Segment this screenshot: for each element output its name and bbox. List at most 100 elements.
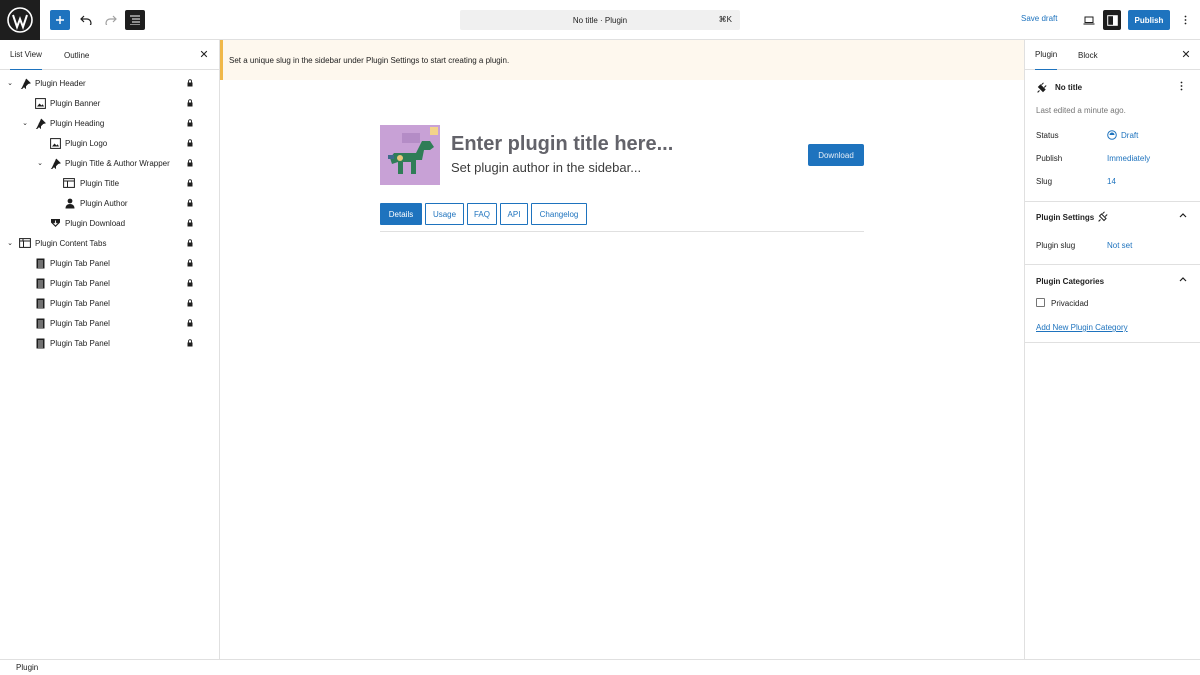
breadcrumb[interactable]: Plugin	[16, 663, 38, 672]
image-icon	[34, 97, 46, 109]
plugin-header-block[interactable]: Enter plugin title here... Set plugin au…	[380, 125, 864, 185]
chevron-up-icon[interactable]	[1179, 275, 1187, 284]
tree-item-label: Plugin Title & Author Wrapper	[65, 158, 170, 168]
tree-item-label: Plugin Tab Panel	[50, 258, 110, 268]
add-block-button[interactable]	[50, 10, 70, 30]
category-checkbox[interactable]	[1036, 298, 1045, 307]
tree-item-plugin-tab-panel[interactable]: Plugin Tab Panel	[0, 273, 219, 293]
person-icon	[64, 197, 76, 209]
top-toolbar: No title · Plugin ⌘K Save draft Publish	[0, 0, 1200, 40]
category-label: Privacidad	[1051, 299, 1089, 308]
document-icon	[34, 257, 46, 269]
tree-item-plugin-tab-panel[interactable]: Plugin Tab Panel	[0, 293, 219, 313]
chevron-down-icon[interactable]: ⌄	[21, 119, 29, 127]
lock-icon	[186, 239, 193, 247]
lock-icon	[186, 319, 193, 327]
post-summary-panel: No title Last edited a minute ago. Statu…	[1025, 70, 1200, 202]
undo-button[interactable]	[76, 10, 96, 30]
more-options-icon[interactable]	[1180, 81, 1183, 93]
tree-item-label: Plugin Download	[65, 218, 126, 228]
publish-date-button[interactable]: Immediately	[1107, 154, 1150, 163]
list-view-panel: List View Outline ✕ ⌄ Plugin Header Plug…	[0, 40, 220, 659]
pin-icon	[34, 117, 46, 129]
tab-usage[interactable]: Usage	[425, 203, 464, 225]
document-icon	[34, 317, 46, 329]
chevron-down-icon[interactable]: ⌄	[36, 159, 44, 167]
command-palette-button[interactable]: No title · Plugin ⌘K	[460, 10, 740, 30]
tree-item-plugin-banner[interactable]: Plugin Banner	[0, 93, 219, 113]
tree-item-plugin-tab-panel[interactable]: Plugin Tab Panel	[0, 253, 219, 273]
slug-value-button[interactable]: 14	[1107, 177, 1116, 186]
wordpress-logo-icon[interactable]	[0, 0, 40, 40]
redo-button[interactable]	[101, 10, 121, 30]
tree-item-plugin-heading[interactable]: ⌄ Plugin Heading	[0, 113, 219, 133]
last-edited-text: Last edited a minute ago.	[1036, 106, 1126, 115]
plug-icon	[1098, 211, 1109, 224]
tree-item-plugin-logo[interactable]: Plugin Logo	[0, 133, 219, 153]
document-icon	[34, 337, 46, 349]
plugin-author-text[interactable]: Set plugin author in the sidebar...	[451, 160, 641, 175]
add-category-link[interactable]: Add New Plugin Category	[1036, 323, 1128, 332]
tree-item-plugin-content-tabs[interactable]: ⌄ Plugin Content Tabs	[0, 233, 219, 253]
download-button[interactable]: Download	[808, 144, 864, 166]
tab-faq[interactable]: FAQ	[467, 203, 497, 225]
tree-item-label: Plugin Author	[80, 198, 128, 208]
lock-icon	[186, 79, 193, 87]
sidebar-tabs: Plugin Block ✕	[1025, 40, 1200, 70]
chevron-down-icon[interactable]: ⌄	[6, 79, 14, 87]
tab-plugin[interactable]: Plugin	[1035, 40, 1058, 70]
close-icon[interactable]: ✕	[198, 49, 210, 61]
lock-icon	[186, 199, 193, 207]
plugin-settings-heading[interactable]: Plugin Settings	[1036, 213, 1094, 222]
lock-icon	[186, 139, 193, 147]
slug-notice: Set a unique slug in the sidebar under P…	[220, 40, 1024, 80]
status-value-button[interactable]: Draft	[1121, 131, 1138, 140]
tree-item-plugin-title-author-wrapper[interactable]: ⌄ Plugin Title & Author Wrapper	[0, 153, 219, 173]
lock-icon	[186, 159, 193, 167]
publish-button[interactable]: Publish	[1128, 10, 1170, 30]
status-label: Status	[1036, 131, 1059, 140]
more-options-icon[interactable]	[1178, 10, 1192, 30]
tab-details[interactable]: Details	[380, 203, 422, 225]
preview-device-icon[interactable]	[1079, 10, 1099, 30]
chevron-down-icon[interactable]: ⌄	[6, 239, 14, 247]
tab-api[interactable]: API	[500, 203, 528, 225]
plugin-categories-heading[interactable]: Plugin Categories	[1036, 277, 1104, 286]
tree-item-label: Plugin Content Tabs	[35, 238, 107, 248]
plugin-logo-image[interactable]	[380, 125, 440, 185]
tree-item-plugin-header[interactable]: ⌄ Plugin Header	[0, 73, 219, 93]
tree-item-label: Plugin Title	[80, 178, 120, 188]
lock-icon	[186, 219, 193, 227]
tabs-icon	[19, 237, 31, 249]
settings-sidebar-toggle[interactable]	[1103, 10, 1121, 30]
tab-changelog[interactable]: Changelog	[531, 203, 587, 225]
lock-icon	[186, 179, 193, 187]
lock-icon	[186, 279, 193, 287]
tree-item-label: Plugin Logo	[65, 138, 108, 148]
tree-item-label: Plugin Tab Panel	[50, 338, 110, 348]
tree-item-plugin-tab-panel[interactable]: Plugin Tab Panel	[0, 313, 219, 333]
tree-item-plugin-author[interactable]: Plugin Author	[0, 193, 219, 213]
tree-item-plugin-download[interactable]: Plugin Download	[0, 213, 219, 233]
plugin-settings-panel: Plugin Settings Plugin slug Not set	[1025, 202, 1200, 265]
title-icon	[63, 177, 75, 189]
close-icon[interactable]: ✕	[1180, 49, 1192, 61]
chevron-up-icon[interactable]	[1179, 211, 1187, 220]
tree-item-plugin-title[interactable]: Plugin Title	[0, 173, 219, 193]
tab-list-view[interactable]: List View	[10, 40, 42, 70]
plugin-title-input[interactable]: Enter plugin title here...	[451, 133, 673, 156]
tab-outline[interactable]: Outline	[64, 40, 89, 70]
post-title: No title	[1055, 83, 1083, 92]
save-draft-button[interactable]: Save draft	[1021, 14, 1057, 23]
tab-block[interactable]: Block	[1078, 40, 1098, 70]
tree-item-label: Plugin Tab Panel	[50, 298, 110, 308]
draft-status-icon	[1107, 130, 1117, 142]
document-overview-button[interactable]	[125, 10, 145, 30]
tree-item-label: Plugin Banner	[50, 98, 101, 108]
tree-item-plugin-tab-panel[interactable]: Plugin Tab Panel	[0, 333, 219, 353]
pin-icon	[49, 157, 61, 169]
lock-icon	[186, 299, 193, 307]
lock-icon	[186, 339, 193, 347]
plugin-slug-button[interactable]: Not set	[1107, 241, 1132, 250]
document-icon	[34, 277, 46, 289]
